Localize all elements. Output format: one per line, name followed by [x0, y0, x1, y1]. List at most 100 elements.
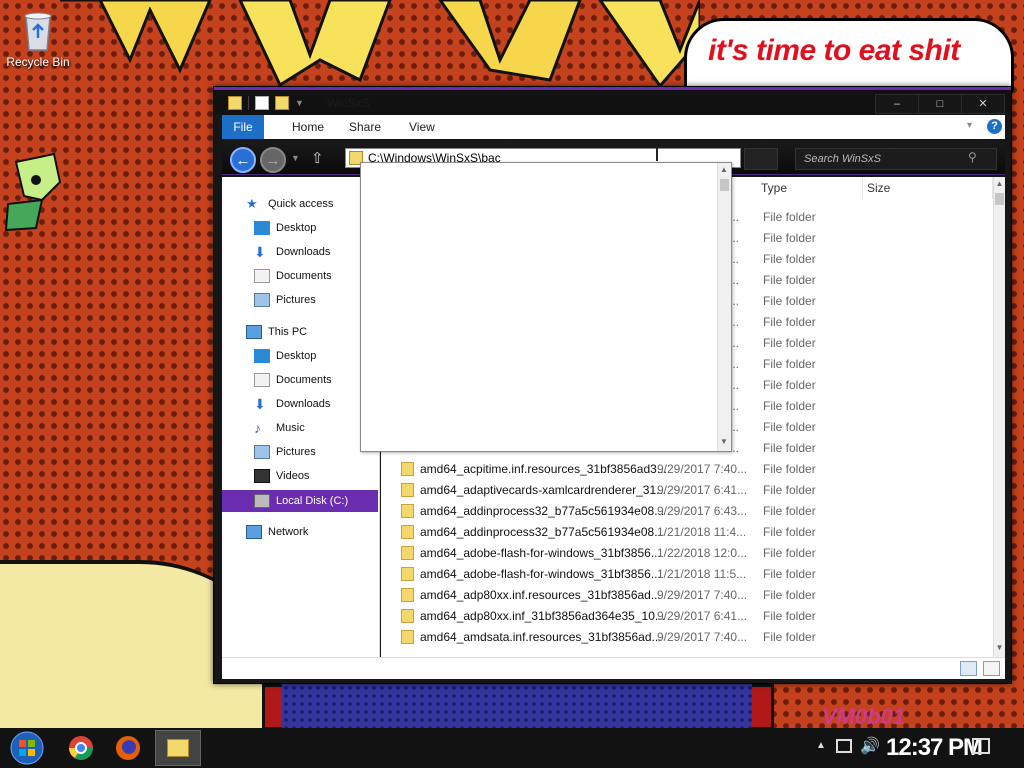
type-cell: File folder	[763, 588, 816, 602]
type-cell: File folder	[763, 294, 816, 308]
nav-pc-desktop[interactable]: Desktop	[222, 345, 378, 367]
name-cell: amd64_adp80xx.inf_31bf3856ad364e35_10...	[420, 609, 665, 623]
nav-label: Local Disk (C:)	[276, 495, 349, 507]
chrome-taskbar-button[interactable]	[58, 730, 104, 766]
scroll-down-icon[interactable]: ▼	[720, 437, 728, 446]
column-type[interactable]: Type	[745, 177, 863, 199]
nav-downloads[interactable]: ⬇ Downloads	[222, 241, 378, 263]
date-cell: 9/29/2017 6:41...	[657, 483, 748, 497]
nav-label: Documents	[276, 270, 332, 282]
address-autocomplete-dropdown[interactable]: ▲ ▼	[360, 162, 732, 452]
nav-pc-pictures[interactable]: Pictures	[222, 441, 378, 463]
taskbar-clock[interactable]: 12:37 PM	[886, 734, 983, 762]
details-view-icon[interactable]	[960, 661, 977, 676]
vertical-scrollbar[interactable]: ▲ ▼	[993, 177, 1005, 657]
type-cell: File folder	[763, 567, 816, 581]
nav-label: Videos	[276, 470, 310, 482]
action-center-icon[interactable]	[972, 738, 990, 754]
type-cell: File folder	[763, 231, 816, 245]
nav-label: Downloads	[276, 246, 331, 258]
table-row[interactable]: amd64_adobe-flash-for-windows_31bf3856..…	[381, 564, 981, 585]
nav-pc-videos[interactable]: Videos	[222, 465, 378, 487]
nav-desktop[interactable]: Desktop	[222, 217, 378, 239]
scroll-down-icon[interactable]: ▼	[995, 643, 1004, 655]
title-bar[interactable]: ▼ WinSxS – □ ✕	[214, 87, 1011, 115]
nav-pc-documents[interactable]: Documents	[222, 369, 378, 391]
nav-network[interactable]: Network	[222, 521, 378, 543]
text-cursor-icon	[656, 147, 658, 161]
nav-pc-music[interactable]: ♪ Music	[222, 417, 378, 439]
ribbon-expand-icon[interactable]: ▾	[967, 120, 972, 131]
refresh-button[interactable]	[744, 148, 778, 170]
desktop-icon	[254, 349, 270, 363]
maximize-button[interactable]: □	[918, 94, 962, 114]
nav-local-disk[interactable]: Local Disk (C:)	[222, 490, 378, 512]
tab-home[interactable]: Home	[292, 115, 324, 139]
minimize-button[interactable]: –	[875, 94, 919, 114]
date-cell: 9/29/2017 6:43...	[657, 504, 748, 518]
nav-quick-access[interactable]: ★ Quick access	[222, 193, 378, 215]
up-icon[interactable]: ⇧	[311, 149, 324, 167]
name-cell: amd64_adobe-flash-for-windows_31bf3856..…	[420, 567, 661, 581]
table-row[interactable]: amd64_adobe-flash-for-windows_31bf3856..…	[381, 543, 981, 564]
start-button[interactable]	[4, 730, 50, 766]
nav-label: Quick access	[268, 198, 334, 210]
desktop-icon	[254, 221, 270, 235]
pictures-icon	[254, 445, 270, 459]
explorer-taskbar-button[interactable]	[155, 730, 201, 766]
type-cell: File folder	[763, 315, 816, 329]
volume-icon[interactable]: 🔊	[860, 736, 880, 756]
large-icons-view-icon[interactable]	[983, 661, 1000, 676]
firefox-taskbar-button[interactable]	[105, 730, 151, 766]
type-cell: File folder	[763, 504, 816, 518]
tab-share[interactable]: Share	[349, 115, 381, 139]
recent-locations-icon[interactable]: ▼	[291, 153, 300, 163]
type-cell: File folder	[763, 357, 816, 371]
name-cell: amd64_addinprocess32_b77a5c561934e08...	[420, 504, 665, 518]
search-icon[interactable]: ⚲	[968, 150, 977, 164]
properties-icon[interactable]	[255, 96, 269, 110]
dropdown-scrollbar[interactable]: ▲ ▼	[717, 163, 731, 451]
folder-icon	[401, 462, 414, 476]
recycle-bin-icon[interactable]: Recycle Bin	[0, 8, 76, 69]
chevron-down-icon[interactable]: ▼	[295, 98, 304, 108]
column-size[interactable]: Size	[863, 177, 993, 199]
scroll-thumb[interactable]	[720, 179, 729, 191]
table-row[interactable]: amd64_adaptivecards-xamlcardrenderer_31.…	[381, 480, 981, 501]
folder-icon[interactable]	[228, 96, 242, 110]
scroll-thumb[interactable]	[995, 193, 1004, 205]
table-row[interactable]: amd64_addinprocess32_b77a5c561934e08... 9…	[381, 501, 981, 522]
tab-view[interactable]: View	[409, 115, 435, 139]
forward-icon[interactable]: →	[260, 147, 286, 173]
download-icon: ⬇	[254, 396, 266, 412]
network-status-icon[interactable]	[836, 739, 852, 753]
back-icon[interactable]: ←	[230, 147, 256, 173]
table-row[interactable]: amd64_adp80xx.inf_31bf3856ad364e35_10...…	[381, 606, 981, 627]
nav-pc-downloads[interactable]: ⬇ Downloads	[222, 393, 378, 415]
nav-documents[interactable]: Documents	[222, 265, 378, 287]
type-cell: File folder	[763, 420, 816, 434]
search-input[interactable]: Search WinSxS	[795, 148, 997, 170]
new-folder-icon[interactable]	[275, 96, 289, 110]
table-row[interactable]: amd64_acpitime.inf.resources_31bf3856ad3…	[381, 459, 981, 480]
folder-icon	[401, 567, 414, 581]
ribbon: File Home Share View ▾ ?	[222, 115, 1005, 139]
scroll-up-icon[interactable]: ▲	[720, 165, 728, 174]
name-cell: amd64_acpitime.inf.resources_31bf3856ad3…	[420, 462, 667, 476]
help-icon[interactable]: ?	[987, 119, 1002, 134]
peridot-shortcut-icon[interactable]	[0, 152, 66, 235]
table-row[interactable]: amd64_adp80xx.inf.resources_31bf3856ad..…	[381, 585, 981, 606]
watermark-text: VM0b01	[822, 704, 906, 729]
scroll-up-icon[interactable]: ▲	[995, 179, 1004, 191]
nav-pictures[interactable]: Pictures	[222, 289, 378, 311]
name-cell: amd64_adp80xx.inf.resources_31bf3856ad..…	[420, 588, 661, 602]
type-cell: File folder	[763, 525, 816, 539]
date-cell: 9/29/2017 7:40...	[657, 462, 748, 476]
show-hidden-icons-icon[interactable]: ▲	[816, 740, 826, 751]
table-row[interactable]: amd64_amdsata.inf.resources_31bf3856ad..…	[381, 627, 981, 648]
nav-label: Pictures	[276, 294, 316, 306]
table-row[interactable]: amd64_addinprocess32_b77a5c561934e08... 1…	[381, 522, 981, 543]
tab-file[interactable]: File	[222, 115, 264, 139]
close-button[interactable]: ✕	[961, 94, 1005, 114]
nav-this-pc[interactable]: This PC	[222, 321, 378, 343]
